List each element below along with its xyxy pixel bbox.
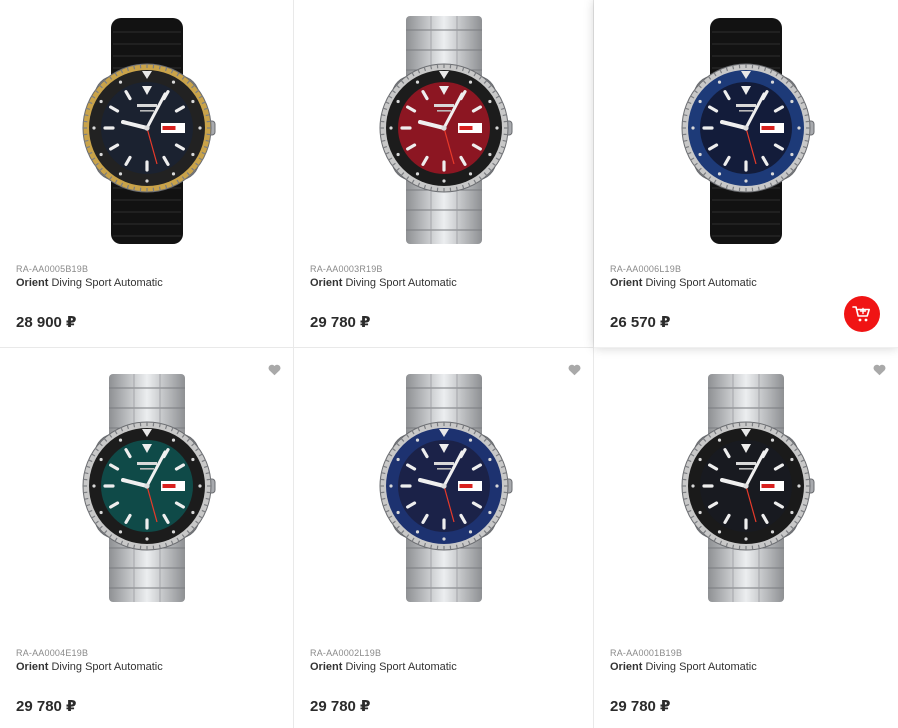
- product-brand: Orient: [16, 277, 49, 289]
- product-model: Diving Sport Automatic: [645, 661, 757, 673]
- watch-image: [379, 374, 512, 602]
- product-model: Diving Sport Automatic: [645, 277, 757, 289]
- product-price: 26 570 ₽: [610, 314, 671, 331]
- product-price: 29 780 ₽: [310, 698, 371, 715]
- watch-image: [379, 16, 512, 244]
- product-name[interactable]: Orient Diving Sport Automatic: [310, 277, 457, 289]
- product-sku: RA-AA0001B19B: [610, 648, 683, 658]
- product-sku: RA-AA0003R19B: [310, 264, 383, 274]
- product-name[interactable]: Orient Diving Sport Automatic: [610, 661, 757, 673]
- product-price: 28 900 ₽: [16, 314, 77, 331]
- product-price: 29 780 ₽: [310, 314, 371, 331]
- product-model: Diving Sport Automatic: [345, 661, 457, 673]
- watch-image: [681, 18, 815, 244]
- product-model: Diving Sport Automatic: [51, 661, 163, 673]
- product-name[interactable]: Orient Diving Sport Automatic: [16, 661, 163, 673]
- product-image[interactable]: [594, 12, 898, 244]
- product-name[interactable]: Orient Diving Sport Automatic: [610, 277, 757, 289]
- product-brand: Orient: [16, 661, 49, 673]
- product-model: Diving Sport Automatic: [51, 277, 163, 289]
- product-card[interactable]: RA-AA0003R19B Orient Diving Sport Automa…: [294, 0, 594, 348]
- product-card[interactable]: RA-AA0004E19B Orient Diving Sport Automa…: [0, 348, 294, 728]
- product-grid: RA-AA0005B19B Orient Diving Sport Automa…: [0, 0, 898, 728]
- product-name[interactable]: Orient Diving Sport Automatic: [16, 277, 163, 289]
- product-brand: Orient: [610, 277, 643, 289]
- product-sku: RA-AA0002L19B: [310, 648, 382, 658]
- product-image[interactable]: [294, 370, 593, 602]
- product-card[interactable]: RA-AA0006L19B Orient Diving Sport Automa…: [594, 0, 898, 348]
- watch-image: [681, 374, 815, 602]
- product-card[interactable]: RA-AA0002L19B Orient Diving Sport Automa…: [294, 348, 594, 728]
- watch-image: [82, 374, 215, 602]
- product-brand: Orient: [610, 661, 643, 673]
- product-name[interactable]: Orient Diving Sport Automatic: [310, 661, 457, 673]
- product-brand: Orient: [310, 661, 343, 673]
- product-sku: RA-AA0004E19B: [16, 648, 89, 658]
- product-model: Diving Sport Automatic: [345, 277, 457, 289]
- product-brand: Orient: [310, 277, 343, 289]
- product-image[interactable]: [294, 12, 593, 244]
- watch-image: [82, 18, 215, 244]
- add-to-cart-button[interactable]: [844, 296, 880, 332]
- product-image[interactable]: [594, 370, 898, 602]
- product-sku: RA-AA0005B19B: [16, 264, 89, 274]
- product-sku: RA-AA0006L19B: [610, 264, 682, 274]
- product-price: 29 780 ₽: [16, 698, 77, 715]
- product-card[interactable]: RA-AA0001B19B Orient Diving Sport Automa…: [594, 348, 898, 728]
- product-card[interactable]: RA-AA0005B19B Orient Diving Sport Automa…: [0, 0, 294, 348]
- cart-icon: [852, 306, 870, 322]
- product-price: 29 780 ₽: [610, 698, 671, 715]
- product-image[interactable]: [0, 370, 293, 602]
- product-image[interactable]: [0, 12, 293, 244]
